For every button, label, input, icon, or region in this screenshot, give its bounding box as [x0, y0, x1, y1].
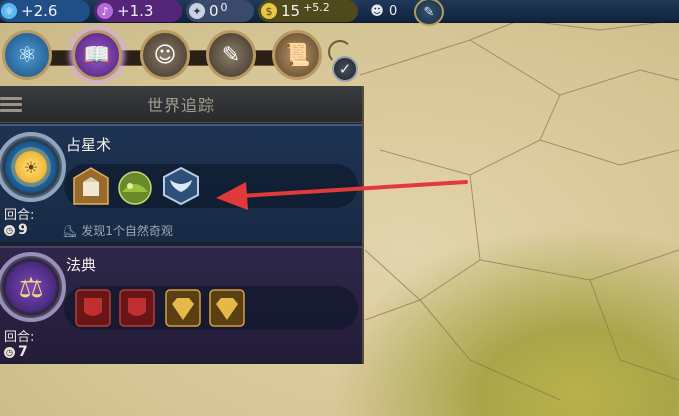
- annotation-arrow: [216, 180, 468, 210]
